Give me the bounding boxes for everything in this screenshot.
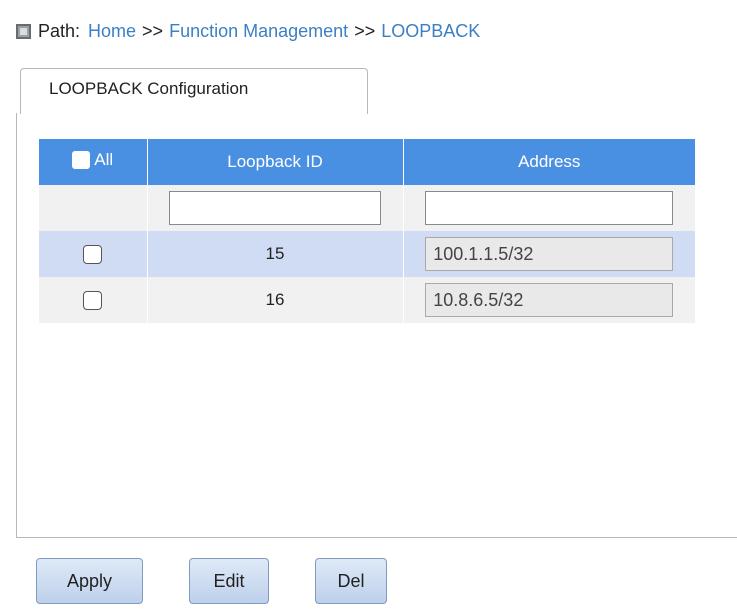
tab-label: LOOPBACK Configuration xyxy=(49,79,249,98)
row-checkbox[interactable] xyxy=(83,291,103,310)
breadcrumb-function-management-link[interactable]: Function Management xyxy=(169,21,348,42)
select-all-checkbox[interactable] xyxy=(72,151,91,169)
loopback-id-cell: 15 xyxy=(147,231,404,277)
path-square-icon xyxy=(16,23,31,39)
filter-address-cell xyxy=(403,185,695,231)
breadcrumb-home-link[interactable]: Home xyxy=(88,21,136,42)
filter-empty-cell xyxy=(39,185,148,231)
filter-row xyxy=(39,185,695,231)
address-header: Address xyxy=(403,139,695,185)
address-field: 10.8.6.5/32 xyxy=(425,283,674,317)
breadcrumb: Path: Home >> Function Management >> LOO… xyxy=(16,18,480,44)
address-field: 100.1.1.5/32 xyxy=(425,237,674,271)
row-checkbox[interactable] xyxy=(83,245,103,264)
filter-id-cell xyxy=(147,185,404,231)
tab-loopback-configuration[interactable]: LOOPBACK Configuration xyxy=(20,68,368,114)
breadcrumb-loopback-link[interactable]: LOOPBACK xyxy=(381,21,480,42)
loopback-id-header: Loopback ID xyxy=(147,139,404,185)
select-all-label: All xyxy=(94,150,114,169)
row-checkbox-cell xyxy=(39,277,148,323)
loopback-table: All Loopback ID Address 15 100.1.1.5/32 … xyxy=(39,139,695,323)
config-panel: All Loopback ID Address 15 100.1.1.5/32 … xyxy=(16,113,737,538)
table-row[interactable]: 16 10.8.6.5/32 xyxy=(39,277,695,323)
path-label: Path: xyxy=(38,20,81,41)
edit-button[interactable]: Edit xyxy=(189,558,269,604)
breadcrumb-separator: >> xyxy=(142,20,164,41)
loopback-id-cell: 16 xyxy=(147,277,404,323)
del-button[interactable]: Del xyxy=(315,558,387,604)
select-all-header: All xyxy=(39,139,148,185)
loopback-id-input[interactable] xyxy=(169,191,381,225)
address-cell: 10.8.6.5/32 xyxy=(403,277,695,323)
row-checkbox-cell xyxy=(39,231,148,277)
table-row[interactable]: 15 100.1.1.5/32 xyxy=(39,231,695,277)
address-cell: 100.1.1.5/32 xyxy=(403,231,695,277)
apply-button[interactable]: Apply xyxy=(36,558,143,604)
table-header-row: All Loopback ID Address xyxy=(39,139,695,185)
breadcrumb-separator: >> xyxy=(354,20,376,41)
address-input[interactable] xyxy=(425,191,674,225)
